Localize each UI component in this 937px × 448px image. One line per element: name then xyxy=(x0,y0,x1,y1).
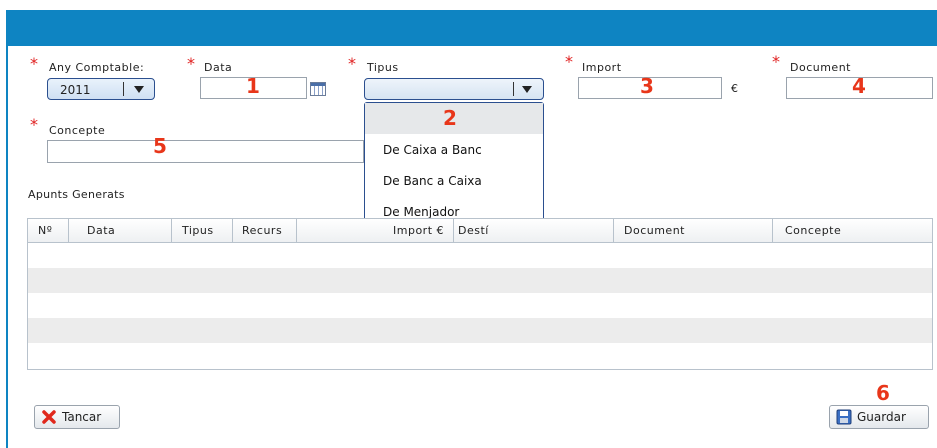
tancar-button[interactable]: Tancar xyxy=(34,405,120,429)
import-label: Import xyxy=(582,61,622,74)
concepte-input[interactable] xyxy=(47,140,364,163)
table-row[interactable] xyxy=(28,243,932,268)
required-mark: * xyxy=(348,54,356,73)
annotation-2: 2 xyxy=(443,106,457,130)
table-row[interactable] xyxy=(28,318,932,343)
tipus-dropdown-list: 2 De Caixa a Banc De Banc a Caixa De Men… xyxy=(364,102,544,228)
tipus-select[interactable] xyxy=(364,78,544,100)
column-header-num[interactable]: Nº xyxy=(28,218,69,242)
dropdown-option[interactable]: De Banc a Caixa xyxy=(365,165,543,196)
tipus-label: Tipus xyxy=(367,61,399,74)
guardar-label: Guardar xyxy=(857,410,906,424)
column-header-concepte[interactable]: Concepte xyxy=(773,218,932,242)
window-left-border xyxy=(0,10,8,448)
required-mark: * xyxy=(565,52,573,71)
dropdown-option-label: De Menjador xyxy=(383,205,460,219)
column-header-data[interactable]: Data xyxy=(69,218,172,242)
annotation-1: 1 xyxy=(246,74,260,98)
table-row[interactable] xyxy=(28,343,932,369)
any-comptable-value: 2011 xyxy=(60,83,91,97)
any-comptable-label: Any Comptable: xyxy=(49,61,145,74)
required-mark: * xyxy=(30,54,38,73)
column-header-tipus[interactable]: Tipus xyxy=(172,218,233,242)
annotation-5: 5 xyxy=(153,134,167,158)
concepte-label: Concepte xyxy=(49,124,106,137)
chevron-down-icon[interactable] xyxy=(134,86,144,93)
calendar-icon[interactable] xyxy=(310,82,326,96)
data-label: Data xyxy=(204,61,233,74)
required-mark: * xyxy=(187,54,195,73)
apunts-title: Apunts Generats xyxy=(28,188,125,201)
chevron-down-icon[interactable] xyxy=(522,86,532,93)
required-mark: * xyxy=(30,115,38,134)
column-header-desti[interactable]: Destí xyxy=(454,218,614,242)
dropdown-option-label: De Caixa a Banc xyxy=(383,143,482,157)
euro-unit: € xyxy=(731,82,738,95)
annotation-6: 6 xyxy=(876,381,890,405)
column-header-document[interactable]: Document xyxy=(614,218,773,242)
dropdown-option[interactable]: De Caixa a Banc xyxy=(365,134,543,165)
column-header-recurs[interactable]: Recurs xyxy=(233,218,297,242)
save-icon xyxy=(836,409,852,425)
annotation-3: 3 xyxy=(640,74,654,98)
required-mark: * xyxy=(772,52,780,71)
column-header-import[interactable]: Import € xyxy=(297,218,454,242)
dropdown-empty-option[interactable]: 2 xyxy=(365,103,543,134)
select-separator xyxy=(513,82,514,96)
table-row[interactable] xyxy=(28,293,932,318)
table-row[interactable] xyxy=(28,268,932,293)
close-icon xyxy=(41,409,57,425)
dropdown-option-label: De Banc a Caixa xyxy=(383,174,482,188)
guardar-button[interactable]: Guardar xyxy=(829,405,929,429)
tancar-label: Tancar xyxy=(62,410,102,424)
annotation-4: 4 xyxy=(852,74,866,98)
document-label: Document xyxy=(790,61,851,74)
select-separator xyxy=(123,82,124,96)
any-comptable-select[interactable]: 2011 xyxy=(47,78,155,100)
window-header-bar xyxy=(8,10,937,46)
